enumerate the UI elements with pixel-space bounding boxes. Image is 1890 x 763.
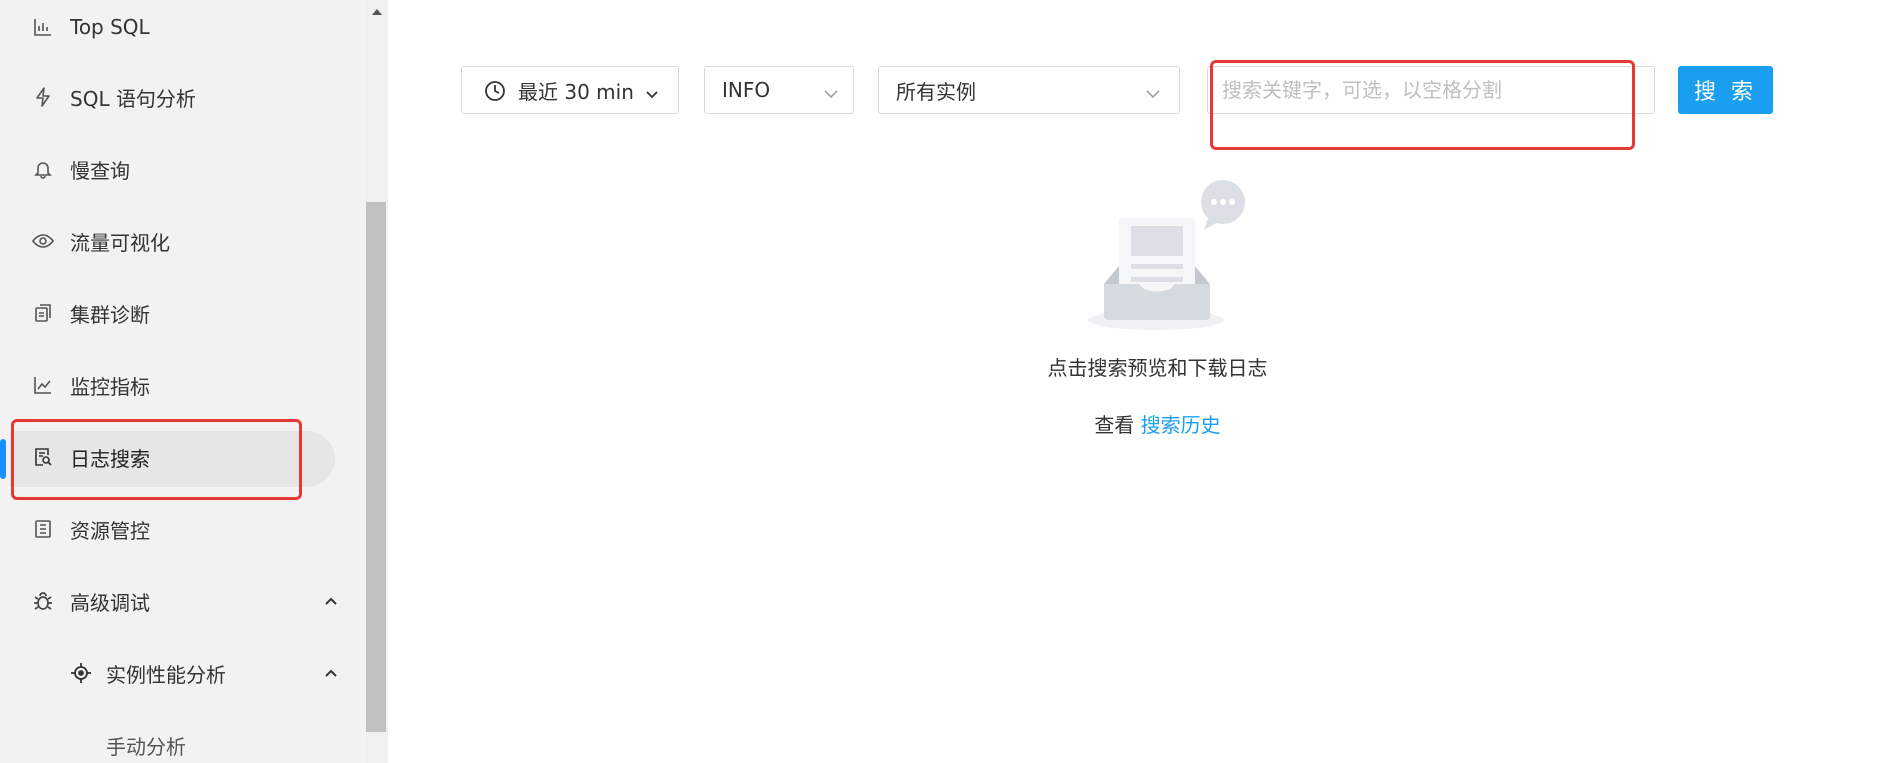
bell-icon [32,158,54,180]
chevron-up-icon[interactable] [322,592,340,610]
sidebar-item-label: SQL 语句分析 [70,86,196,111]
bar-chart-icon [32,16,54,38]
eye-icon [32,230,54,252]
sidebar-item-cluster-diagnosis[interactable]: 集群诊断 [0,283,366,343]
lightning-icon [32,86,54,108]
clock-icon [484,80,506,102]
sidebar-item-manual-analysis[interactable]: 手动分析 [0,715,366,763]
sidebar-item-label: 慢查询 [70,158,130,183]
sidebar-item-resource-control[interactable]: 资源管控 [0,499,366,559]
chevron-up-icon[interactable] [322,664,340,682]
log-level-select[interactable]: INFO [704,66,854,114]
empty-state-description: 点击搜索预览和下载日志 [1047,356,1268,380]
line-chart-icon [32,374,54,396]
sidebar-item-label: 流量可视化 [70,230,170,255]
sidebar-item-metrics[interactable]: 监控指标 [0,355,366,415]
time-range-select[interactable]: 最近 30 min [461,66,679,114]
search-input[interactable] [1207,66,1655,114]
sidebar-item-label: Top SQL [70,15,150,39]
chevron-down-icon [644,83,660,99]
active-indicator [0,439,6,479]
sidebar-item-top-sql[interactable]: Top SQL [0,0,366,57]
sidebar-item-label: 手动分析 [106,734,186,759]
sidebar-item-advanced-debug[interactable]: 高级调试 [0,571,366,631]
sidebar-item-label: 监控指标 [70,374,150,399]
sidebar-item-log-search[interactable]: 日志搜索 [0,427,366,487]
empty-inbox-illustration [1080,180,1260,340]
sidebar-item-label: 资源管控 [70,518,150,543]
sidebar-item-label: 日志搜索 [70,446,150,471]
empty-state-history: 查看 搜索历史 [900,409,1415,438]
log-level-value: INFO [722,78,771,102]
search-history-link[interactable]: 搜索历史 [1141,413,1221,437]
bug-icon [32,590,54,612]
sidebar-nav: Top SQL SQL 语句分析 慢查询 流量可视化 集群诊断 监控指标 日志搜… [0,0,366,763]
scroll-up-arrow-icon[interactable] [370,2,384,15]
sidebar-item-label: 高级调试 [70,590,150,615]
sidebar-item-label: 集群诊断 [70,302,150,327]
instance-value: 所有实例 [896,79,976,104]
active-item-background [10,431,335,487]
list-doc-icon [32,518,54,540]
sidebar-item-slow-query[interactable]: 慢查询 [0,139,366,199]
sidebar-item-sql-analysis[interactable]: SQL 语句分析 [0,67,366,127]
sidebar-item-traffic-visualization[interactable]: 流量可视化 [0,211,366,271]
sidebar-scrollbar-thumb[interactable] [366,202,386,732]
target-icon [70,662,92,684]
instance-select[interactable]: 所有实例 [878,66,1180,114]
file-search-icon [32,446,54,468]
history-prefix: 查看 [1094,413,1135,437]
document-copy-icon [32,302,54,324]
sidebar-item-instance-profiling[interactable]: 实例性能分析 [0,643,366,703]
time-range-value: 最近 30 min [518,79,634,104]
chevron-down-icon [1144,83,1162,99]
chevron-down-icon [822,83,840,99]
search-button[interactable]: 搜 索 [1678,66,1773,114]
sidebar-item-label: 实例性能分析 [106,662,226,687]
